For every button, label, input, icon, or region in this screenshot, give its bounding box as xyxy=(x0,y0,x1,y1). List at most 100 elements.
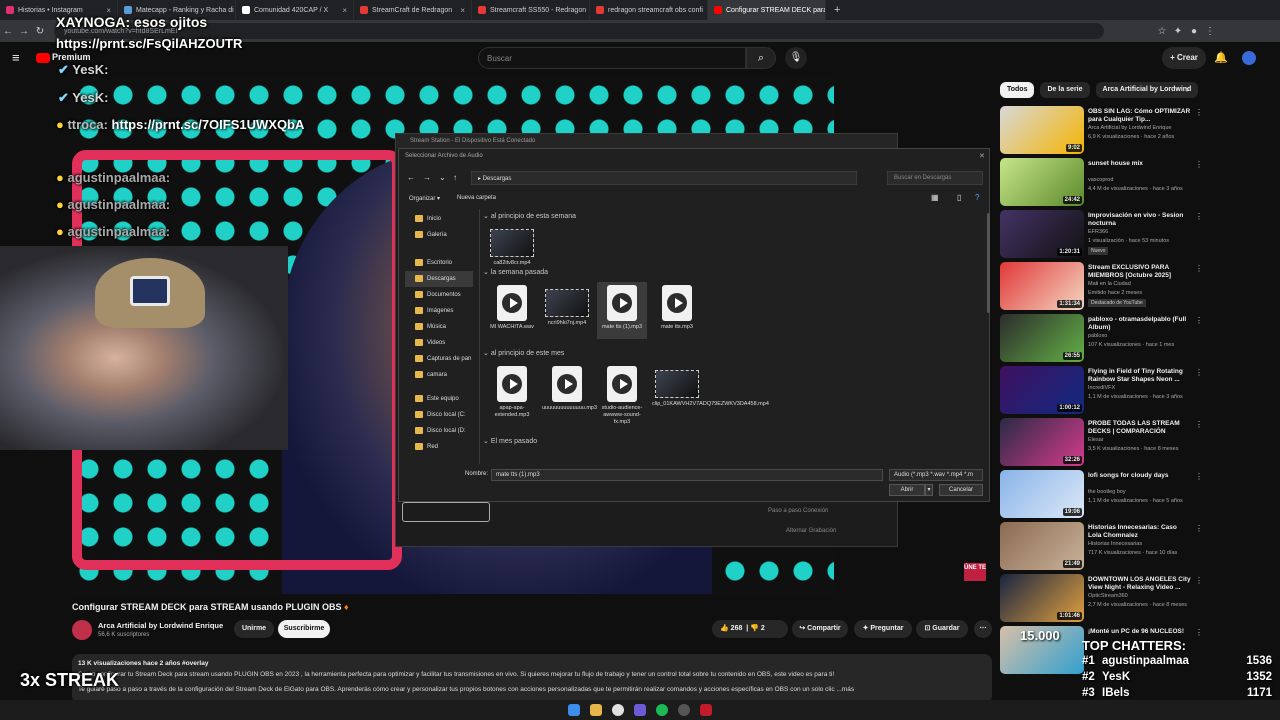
dialog-search-input[interactable]: Buscar en Descargas xyxy=(887,171,983,185)
recommended-channel[interactable]: IncrediVFX xyxy=(1088,385,1198,391)
up-icon[interactable]: ↑ xyxy=(453,173,457,182)
sidebar-item[interactable]: Videos xyxy=(405,335,473,351)
recommended-thumbnail[interactable]: 1:00:12 xyxy=(1000,366,1084,414)
start-icon[interactable] xyxy=(568,704,580,716)
organize-button[interactable]: Organizar ▾ xyxy=(409,195,440,202)
recommended-thumbnail[interactable]: 1:20:31 xyxy=(1000,210,1084,258)
recommended-thumbnail[interactable]: 24:42 xyxy=(1000,158,1084,206)
like-count[interactable]: 268 xyxy=(731,625,743,632)
recommended-video[interactable]: 26:55 pabloxo - otramasdelpablo (Full Alb… xyxy=(1000,314,1203,362)
recommended-channel[interactable]: OpticStream360 xyxy=(1088,593,1198,599)
discord-icon[interactable] xyxy=(634,704,646,716)
sidebar-item[interactable]: Música xyxy=(405,319,473,335)
sidebar-item[interactable]: Disco local (C: xyxy=(405,407,473,423)
recommended-video[interactable]: 1:00:12 Flying in Field of Tiny Rotating … xyxy=(1000,366,1203,414)
recommended-title[interactable]: DOWNTOWN LOS ANGELES City View Night - R… xyxy=(1088,576,1192,592)
more-options-icon[interactable]: ⋮ xyxy=(1195,212,1203,221)
recommended-title[interactable]: Historias Innecesarias: Caso Lola Chomna… xyxy=(1088,524,1192,540)
more-options-icon[interactable]: ⋮ xyxy=(1195,316,1203,325)
sidebar-item[interactable]: Escritorio xyxy=(405,255,473,271)
filetype-select[interactable]: Audio (*.mp3 *.wav *.mp4 *.m xyxy=(889,469,983,481)
chrome-icon[interactable] xyxy=(612,704,624,716)
dislike-icon[interactable]: 👎 xyxy=(750,625,759,632)
open-dropdown-icon[interactable]: ▾ xyxy=(925,484,933,496)
recommended-title[interactable]: Improvisación en vivo - Sesion nocturna xyxy=(1088,212,1192,228)
sidebar-item[interactable]: Imágenes xyxy=(405,303,473,319)
pane-icon[interactable]: ▯ xyxy=(957,193,961,202)
profile-icon[interactable]: ● xyxy=(1186,26,1202,37)
recommended-video[interactable]: 9:02 OBS SIN LAG: Cómo OPTIMIZAR para Cua… xyxy=(1000,106,1203,154)
recommended-title[interactable]: lofi songs for cloudy days xyxy=(1088,472,1192,480)
close-icon[interactable]: × xyxy=(460,6,465,15)
recommended-title[interactable]: sunset house mix xyxy=(1088,160,1192,168)
recommended-title[interactable]: ¡Monté un PC de 96 NÚCLEOS! xyxy=(1088,628,1192,636)
more-actions-icon[interactable]: ⋯ xyxy=(974,620,992,638)
recommended-channel[interactable]: the bootleg boy xyxy=(1088,489,1198,495)
file-item[interactable]: ncri9hki7nj.mp4 xyxy=(542,285,592,327)
sidebar-item[interactable]: Disco local (D: xyxy=(405,423,473,439)
view-icon[interactable]: ▦ xyxy=(931,193,939,202)
browser-tab[interactable]: Comunidad 420CAP / X × xyxy=(236,0,354,20)
recommended-thumbnail[interactable]: 9:02 xyxy=(1000,106,1084,154)
sidebar-item[interactable]: camara xyxy=(405,367,473,383)
recommended-video[interactable]: 21:49 Historias Innecesarias: Caso Lola C… xyxy=(1000,522,1203,570)
recommended-title[interactable]: pabloxo - otramasdelpablo (Full Album) xyxy=(1088,316,1192,332)
ask-button[interactable]: ✦ Preguntar xyxy=(854,620,912,638)
obs-option-connection[interactable]: Paso a paso Conexión xyxy=(768,508,828,514)
recommended-thumbnail[interactable]: 1:01:46 xyxy=(1000,574,1084,622)
recommended-thumbnail[interactable]: 21:49 xyxy=(1000,522,1084,570)
obs-option-record[interactable]: Alternar Grabación xyxy=(786,528,836,534)
sidebar-item[interactable]: Descargas xyxy=(405,271,473,287)
avatar[interactable] xyxy=(1242,51,1256,65)
path-breadcrumb[interactable]: ▸ Descargas xyxy=(471,171,857,185)
recommended-video[interactable]: 32:26 PROBÉ TODAS LAS STREAM DECKS | COMP… xyxy=(1000,418,1203,466)
file-item[interactable]: apap-apa-extended.mp3 xyxy=(487,366,537,419)
join-button[interactable]: Unirme xyxy=(234,620,274,638)
file-item[interactable]: studio-audience-awwww-sound-fx.mp3 xyxy=(597,366,647,426)
file-open-dialog[interactable]: Seleccionar Archivo de Audio ✕ ← → ⌄ ↑ ▸… xyxy=(398,148,990,502)
recommended-title[interactable]: PROBÉ TODAS LAS STREAM DECKS | COMPARACI… xyxy=(1088,420,1192,436)
filter-chip[interactable]: Arca Artificial by Lordwind xyxy=(1095,82,1199,98)
recommended-channel[interactable]: Mati en la Ciudad xyxy=(1088,281,1198,287)
youtube-logo-icon[interactable] xyxy=(36,53,50,63)
recommended-thumbnail[interactable]: 1:31:34 xyxy=(1000,262,1084,310)
recommended-channel[interactable]: vascoprod xyxy=(1088,177,1198,183)
chat-link[interactable]: https://prnt.sc/FsQilAHZOUTR xyxy=(56,36,242,51)
cancel-button[interactable]: Cancelar xyxy=(939,484,983,496)
more-options-icon[interactable]: ⋮ xyxy=(1195,420,1203,429)
recommended-title[interactable]: Flying in Field of Tiny Rotating Rainbow… xyxy=(1088,368,1192,384)
recommended-thumbnail[interactable]: 26:55 xyxy=(1000,314,1084,362)
file-explorer-icon[interactable] xyxy=(590,704,602,716)
file-item[interactable]: uuuuuuuuuuuuuu.mp3 xyxy=(542,366,597,412)
more-options-icon[interactable]: ⋮ xyxy=(1195,524,1203,533)
chevron-down-icon[interactable]: ⌄ xyxy=(439,173,446,182)
file-item[interactable]: ca82itv8cr.mp4 xyxy=(487,225,537,267)
recommended-video[interactable]: 1:31:34 Stream EXCLUSIVO PARA MIEMBROS [O… xyxy=(1000,262,1203,310)
more-options-icon[interactable]: ⋮ xyxy=(1195,264,1203,273)
more-options-icon[interactable]: ⋮ xyxy=(1195,472,1203,481)
new-tab-icon[interactable]: + xyxy=(834,4,840,16)
recommended-video[interactable]: 1:01:46 DOWNTOWN LOS ANGELES City View Ni… xyxy=(1000,574,1203,622)
more-options-icon[interactable]: ⋮ xyxy=(1195,108,1203,117)
recommended-video[interactable]: 24:42 sunset house mix vascoprod 4,4 M de v… xyxy=(1000,158,1203,206)
mic-icon[interactable]: 🎙 xyxy=(785,47,807,69)
file-item-selected[interactable]: mate tts (1).mp3 xyxy=(597,282,647,339)
more-options-icon[interactable]: ⋮ xyxy=(1195,628,1203,637)
create-button[interactable]: + Crear xyxy=(1162,47,1206,69)
spotify-icon[interactable] xyxy=(656,704,668,716)
channel-name[interactable]: Arca Artificial by Lordwind Enrique xyxy=(98,621,223,630)
recommended-title[interactable]: Stream EXCLUSIVO PARA MIEMBROS [Octubre … xyxy=(1088,264,1192,280)
filter-chip[interactable]: De la serie xyxy=(1040,82,1090,98)
recommended-channel[interactable]: EFR366 xyxy=(1088,229,1198,235)
share-button[interactable]: ↪ Compartir xyxy=(792,620,848,638)
browser-tab[interactable]: Configurar STREAM DECK para× xyxy=(708,0,826,20)
scrollbar[interactable] xyxy=(987,213,990,313)
recommended-video[interactable]: 19:06 lofi songs for cloudy days the bootl… xyxy=(1000,470,1203,518)
app-icon[interactable] xyxy=(700,704,712,716)
sidebar-item[interactable]: Capturas de pan xyxy=(405,351,473,367)
filename-input[interactable]: mate tts (1).mp3 xyxy=(491,469,883,481)
recommended-channel[interactable]: pabloxo xyxy=(1088,333,1198,339)
forward-icon[interactable]: → xyxy=(423,173,431,182)
search-input[interactable]: Buscar xyxy=(478,47,746,69)
recommended-title[interactable]: OBS SIN LAG: Cómo OPTIMIZAR para Cualqui… xyxy=(1088,108,1192,124)
